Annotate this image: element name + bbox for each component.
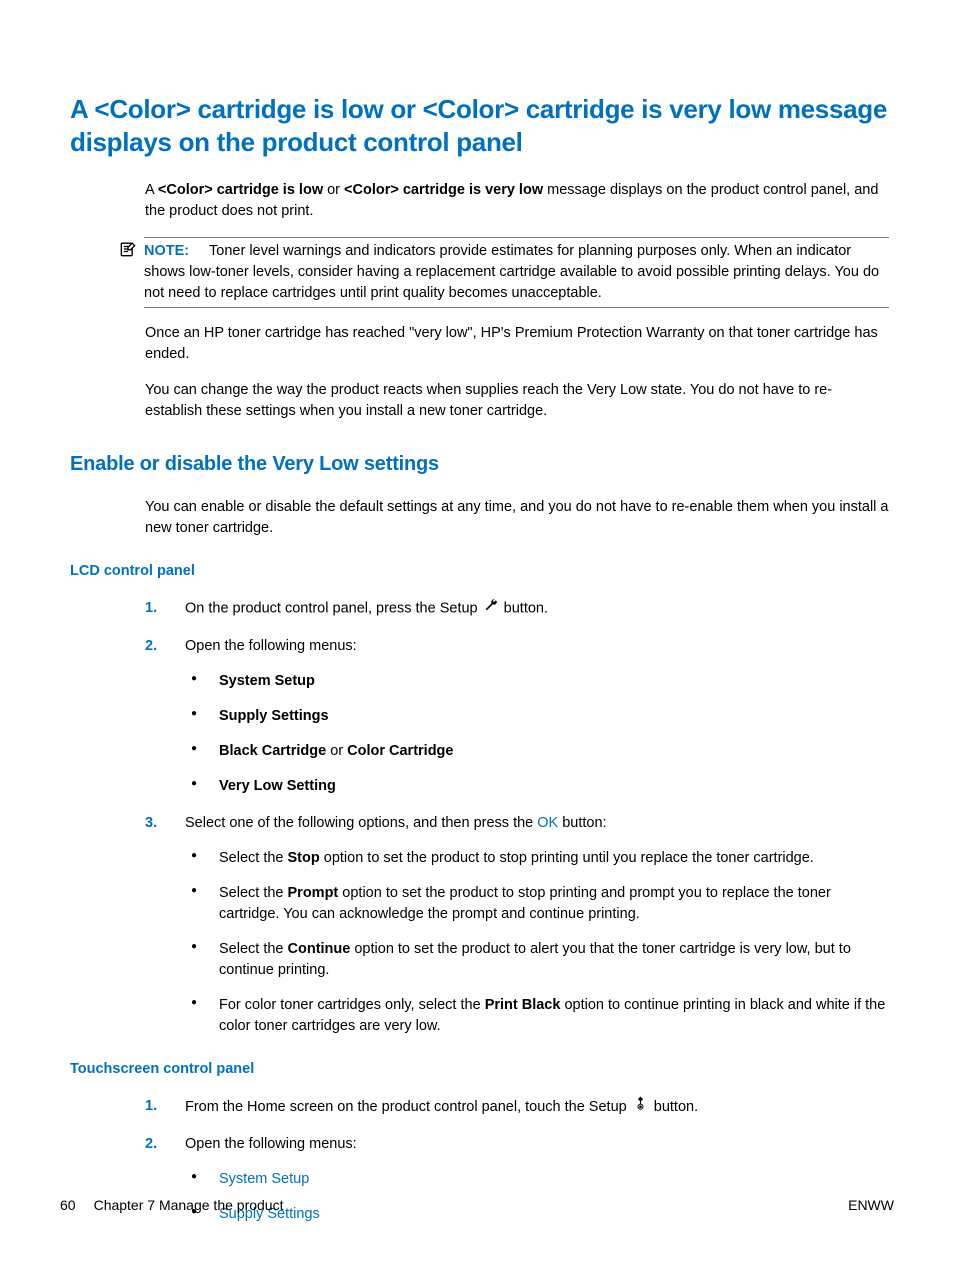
step-text: Select one of the following options, and… [185,815,537,831]
menu-link[interactable]: System Setup [219,1171,309,1187]
step-item: 3. Select one of the following options, … [145,813,889,1037]
step-item: 1. From the Home screen on the product c… [145,1096,889,1118]
text: A [145,182,158,198]
chapter-label: Chapter 7 Manage the product [94,1195,284,1215]
page-footer: 60 Chapter 7 Manage the product ENWW [60,1195,894,1215]
list-item: Very Low Setting [185,776,889,797]
step-text: button. [650,1099,698,1115]
intro-paragraph: A <Color> cartridge is low or <Color> ca… [145,180,889,222]
step-number: 2. [145,636,157,657]
step-item: 2. Open the following menus: System Setu… [145,636,889,797]
ok-text: OK [537,815,558,831]
page-title: A <Color> cartridge is low or <Color> ca… [70,93,894,158]
text: or [323,182,344,198]
list-item: Select the Prompt option to set the prod… [185,883,889,925]
note-text: Toner level warnings and indicators prov… [144,243,879,301]
list-item: Black Cartridge or Color Cartridge [185,741,889,762]
step-text: Open the following menus: [185,638,357,654]
wrench-icon [484,598,498,619]
step-text: Open the following menus: [185,1136,357,1152]
list-item: System Setup [185,1169,889,1190]
note-block: NOTE: Toner level warnings and indicator… [118,237,889,308]
language-code: ENWW [848,1195,894,1215]
text-bold: <Color> cartridge is low [158,182,323,198]
paragraph: You can change the way the product react… [145,380,889,422]
step-number: 1. [145,1096,157,1117]
note-icon [118,239,138,266]
step-number: 2. [145,1134,157,1155]
list-item: System Setup [185,671,889,692]
step-text: button: [558,815,606,831]
step-item: 1. On the product control panel, press t… [145,598,889,619]
setup-touch-icon [633,1096,648,1118]
list-item: Select the Stop option to set the produc… [185,848,889,869]
step-number: 1. [145,598,157,619]
subsection-heading: LCD control panel [70,561,894,582]
paragraph: You can enable or disable the default se… [145,497,889,539]
step-text: button. [500,601,548,617]
paragraph: Once an HP toner cartridge has reached "… [145,323,889,365]
list-item: Supply Settings [185,706,889,727]
subsection-heading: Touchscreen control panel [70,1059,894,1080]
text-bold: <Color> cartridge is very low [344,182,543,198]
note-label: NOTE: [144,243,189,259]
step-text: On the product control panel, press the … [185,601,482,617]
step-text: From the Home screen on the product cont… [185,1099,631,1115]
list-item: For color toner cartridges only, select … [185,995,889,1037]
step-number: 3. [145,813,157,834]
page-number: 60 [60,1195,76,1215]
section-heading: Enable or disable the Very Low settings [70,450,894,479]
list-item: Select the Continue option to set the pr… [185,939,889,981]
